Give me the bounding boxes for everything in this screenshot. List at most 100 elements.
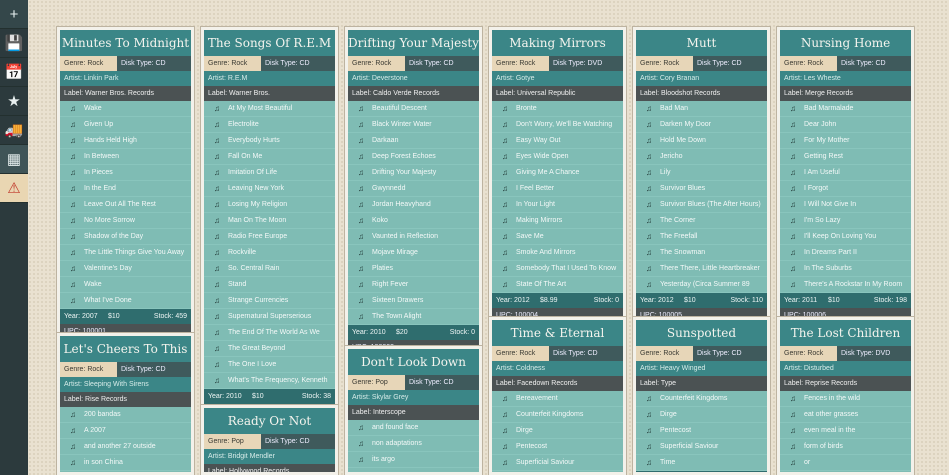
track-item[interactable]: ♫ Counterfeit Kingdoms bbox=[636, 391, 767, 407]
track-item[interactable]: ♫ Darkaan bbox=[348, 133, 479, 149]
track-item[interactable]: ♫ What I've Done bbox=[60, 293, 191, 309]
track-item[interactable]: ♫ eat other grasses bbox=[780, 407, 911, 423]
track-item[interactable]: ♫ Losing My Religion bbox=[204, 197, 335, 213]
track-item[interactable]: ♫ I Feel Better bbox=[492, 181, 623, 197]
track-item[interactable]: ♫ Jericho bbox=[636, 149, 767, 165]
track-item[interactable]: ♫ There's A Rockstar In My Room bbox=[780, 277, 911, 293]
track-item[interactable]: ♫ in son China bbox=[60, 455, 191, 471]
truck-button[interactable]: 🚚 bbox=[0, 116, 28, 145]
track-item[interactable]: ♫ Mojave Mirage bbox=[348, 245, 479, 261]
track-item[interactable]: ♫ For My Mother bbox=[780, 133, 911, 149]
track-item[interactable]: ♫Time bbox=[492, 471, 623, 472]
track-item[interactable]: ♫ Survivor Blues bbox=[636, 181, 767, 197]
track-item[interactable]: ♫ Superficial Saviour bbox=[492, 455, 623, 471]
track-item[interactable]: ♫ 200 bandas bbox=[60, 407, 191, 423]
track-item[interactable]: ♫ In Pieces bbox=[60, 165, 191, 181]
track-item[interactable]: ♫ I Am Useful bbox=[780, 165, 911, 181]
album-card[interactable]: Sunspotted Genre: Rock Disk Type: CD Artist… bbox=[633, 317, 770, 475]
album-card[interactable]: The Lost Children Genre: Rock Disk Type: D… bbox=[777, 317, 914, 475]
track-item[interactable]: ♫ or bbox=[780, 455, 911, 471]
album-card[interactable]: Nursing Home Genre: Rock Disk Type: CD Arti… bbox=[777, 27, 914, 326]
track-item[interactable]: ♫ and found face bbox=[348, 420, 479, 436]
track-item[interactable]: ♫ Strange Currencies bbox=[204, 293, 335, 309]
track-item[interactable]: ♫ Dirge bbox=[636, 407, 767, 423]
track-item[interactable]: ♫Time bbox=[636, 455, 767, 471]
track-item[interactable]: ♫ In The Suburbs bbox=[780, 261, 911, 277]
track-item[interactable]: ♫ Vaunted in Reflection bbox=[348, 229, 479, 245]
track-item[interactable]: ♫ Dirge bbox=[492, 423, 623, 439]
album-card[interactable]: Let's Cheers To This Genre: Rock Disk Type… bbox=[57, 333, 194, 475]
track-item[interactable]: ♫ In the End bbox=[60, 181, 191, 197]
track-item[interactable]: ♫ Electrolite bbox=[204, 117, 335, 133]
track-item[interactable]: ♫ Fences in the wild bbox=[780, 391, 911, 407]
track-item[interactable]: ♫ The One I Love bbox=[204, 357, 335, 373]
track-item[interactable]: ♫ In Dreams Part II bbox=[780, 245, 911, 261]
track-item[interactable]: ♫ Jordan Heavyhand bbox=[348, 197, 479, 213]
track-item[interactable]: ♫ I'm So Lazy bbox=[780, 213, 911, 229]
calendar-button[interactable]: 📅 bbox=[0, 58, 28, 87]
track-item[interactable]: ♫ I Forgot bbox=[780, 181, 911, 197]
track-item[interactable]: ♫ The Little Things Give You Away bbox=[60, 245, 191, 261]
track-item[interactable]: ♫ Fall On Me bbox=[204, 149, 335, 165]
track-item[interactable]: ♫ Supernatural Superserious bbox=[204, 309, 335, 325]
track-item[interactable]: ♫ Counterfeit Kingdoms bbox=[492, 407, 623, 423]
track-item[interactable]: ♫ In Between bbox=[60, 149, 191, 165]
track-item[interactable]: ♫ Survivor Blues (The After Hours) bbox=[636, 197, 767, 213]
track-item[interactable]: ♫ What's The Frequency, Kenneth bbox=[204, 373, 335, 389]
album-card[interactable]: Mutt Genre: Rock Disk Type: CD Artist: Cory… bbox=[633, 27, 770, 326]
track-item[interactable]: ♫ Making Mirrors bbox=[492, 213, 623, 229]
album-card[interactable]: Ready Or Not Genre: Pop Disk Type: CD Artis… bbox=[201, 405, 338, 475]
track-item[interactable]: ♫ I'll Keep On Loving You bbox=[780, 229, 911, 245]
track-item[interactable]: ♫ Drifting Your Majesty bbox=[348, 165, 479, 181]
track-item[interactable]: ♫ Stand bbox=[204, 277, 335, 293]
track-item[interactable]: ♫ form of birds bbox=[780, 439, 911, 455]
track-item[interactable]: ♫ Imitation Of Life bbox=[204, 165, 335, 181]
table-button[interactable]: ▦ bbox=[0, 145, 28, 174]
track-item[interactable]: ♫ Given Up bbox=[60, 117, 191, 133]
track-item[interactable]: ♫ At My Most Beautiful bbox=[204, 101, 335, 117]
track-item[interactable]: ♫ Save Me bbox=[492, 229, 623, 245]
track-item[interactable]: ♫ So. Central Rain bbox=[204, 261, 335, 277]
track-item[interactable]: ♫blog in captivity bbox=[60, 471, 191, 472]
track-item[interactable]: ♫ Dear John bbox=[780, 117, 911, 133]
track-item[interactable]: ♫ Shadow of the Day bbox=[60, 229, 191, 245]
track-item[interactable]: ♫ Giving Me A Chance bbox=[492, 165, 623, 181]
track-item[interactable]: ♫ The Town Alight bbox=[348, 309, 479, 325]
track-item[interactable]: ♫ Hands Held High bbox=[60, 133, 191, 149]
track-item[interactable]: ♫ There There, Little Heartbreaker bbox=[636, 261, 767, 277]
track-item[interactable]: ♫ Platies bbox=[348, 261, 479, 277]
track-item[interactable]: ♫paada most distinctive features bbox=[348, 468, 479, 472]
track-item[interactable]: ♫ Pentecost bbox=[492, 439, 623, 455]
album-card[interactable]: Drifting Your Majesty Genre: Rock Disk Typ… bbox=[345, 27, 482, 358]
track-item[interactable]: ♫ The End Of The World As We bbox=[204, 325, 335, 341]
track-item[interactable]: ♫ Radio Free Europe bbox=[204, 229, 335, 245]
track-item[interactable]: ♫ Bronte bbox=[492, 101, 623, 117]
track-item[interactable]: ♫ The Great Beyond bbox=[204, 341, 335, 357]
track-item[interactable]: ♫ Eyes Wide Open bbox=[492, 149, 623, 165]
track-item[interactable]: ♫ Superficial Saviour bbox=[636, 439, 767, 455]
track-item[interactable]: ♫ Deep Forest Echoes bbox=[348, 149, 479, 165]
track-item[interactable]: ♫ Don't Worry, We'll Be Watching bbox=[492, 117, 623, 133]
track-item[interactable]: ♫ Somebody That I Used To Know bbox=[492, 261, 623, 277]
warning-button[interactable]: ⚠ bbox=[0, 174, 28, 203]
track-item[interactable]: ♫ Everybody Hurts bbox=[204, 133, 335, 149]
track-item[interactable]: ♫ Valentine's Day bbox=[60, 261, 191, 277]
track-item[interactable]: ♫ Wake bbox=[60, 101, 191, 117]
track-item[interactable]: ♫ Darken My Door bbox=[636, 117, 767, 133]
track-item[interactable]: ♫ State Of The Art bbox=[492, 277, 623, 293]
track-item[interactable]: ♫ The Snowman bbox=[636, 245, 767, 261]
track-item[interactable]: ♫ Pentecost bbox=[636, 423, 767, 439]
track-item[interactable]: ♫ Lily bbox=[636, 165, 767, 181]
track-item[interactable]: ♫months at a time bbox=[780, 471, 911, 472]
track-item[interactable]: ♫ No More Sorrow bbox=[60, 213, 191, 229]
track-item[interactable]: ♫ Yesterday (Circa Summer 89 bbox=[636, 277, 767, 293]
track-item[interactable]: ♫ Gwynnedd bbox=[348, 181, 479, 197]
track-item[interactable]: ♫ Black Winter Water bbox=[348, 117, 479, 133]
album-card[interactable]: Time & Eternal Genre: Rock Disk Type: CD Ar… bbox=[489, 317, 626, 475]
album-card[interactable]: Making Mirrors Genre: Rock Disk Type: DVD A… bbox=[489, 27, 626, 326]
track-item[interactable]: ♫ and another 27 outside bbox=[60, 439, 191, 455]
track-item[interactable]: ♫ non adaptations bbox=[348, 436, 479, 452]
track-item[interactable]: ♫ its argo bbox=[348, 452, 479, 468]
track-item[interactable]: ♫ Man On The Moon bbox=[204, 213, 335, 229]
track-item[interactable]: ♫ I Will Not Give In bbox=[780, 197, 911, 213]
